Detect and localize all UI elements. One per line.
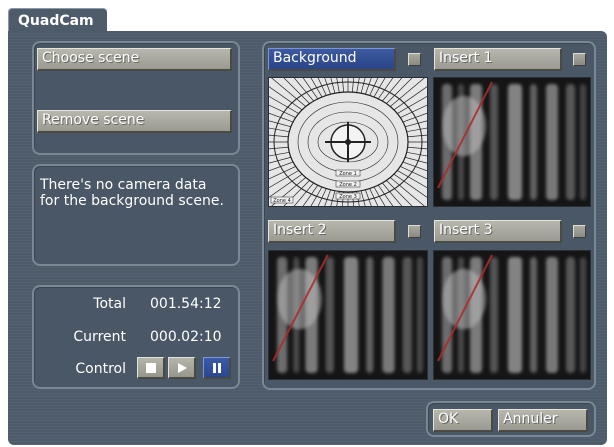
video-frame-image (269, 251, 427, 379)
background-checkbox[interactable] (408, 53, 421, 66)
remove-scene-button[interactable]: Remove scene (37, 110, 232, 133)
cancel-button[interactable]: Annuler (498, 409, 588, 432)
control-label: Control (75, 361, 126, 377)
total-value: 001.54:12 (150, 296, 222, 312)
window-tab: QuadCam (8, 8, 107, 32)
current-value: 000.02:10 (150, 329, 222, 345)
insert-3-checkbox[interactable] (573, 225, 586, 238)
pause-button[interactable] (203, 357, 231, 379)
zone-1-label: Zone 1 (339, 171, 357, 177)
zone-3-label: Zone 3 (339, 194, 357, 200)
video-frame-image (434, 78, 590, 206)
insert-3-preview[interactable] (433, 250, 591, 380)
play-button[interactable] (168, 357, 196, 379)
insert-3-button[interactable]: Insert 3 (434, 220, 562, 243)
camera-data-message: There's no camera data for the backgroun… (40, 177, 224, 209)
ok-button[interactable]: OK (433, 409, 493, 432)
stop-button[interactable] (137, 357, 165, 379)
window-title: QuadCam (18, 13, 94, 29)
video-frame-image (434, 251, 590, 379)
insert-1-checkbox[interactable] (573, 53, 586, 66)
insert-2-preview[interactable] (268, 250, 428, 380)
choose-scene-button[interactable]: Choose scene (37, 48, 232, 71)
insert-1-button[interactable]: Insert 1 (434, 48, 562, 71)
background-preview[interactable]: Zone 1 Zone 2 Zone 3 Zone 4 (268, 77, 428, 207)
zone-2-label: Zone 2 (339, 182, 357, 188)
zone-4-label: Zone 4 (273, 198, 291, 204)
pause-icon (212, 363, 221, 373)
insert-2-checkbox[interactable] (408, 225, 421, 238)
total-label: Total (93, 296, 126, 312)
insert-2-button[interactable]: Insert 2 (268, 220, 396, 243)
current-label: Current (73, 329, 126, 345)
test-pattern-image: Zone 1 Zone 2 Zone 3 Zone 4 (269, 78, 427, 206)
insert-1-preview[interactable] (433, 77, 591, 207)
stop-icon (145, 363, 156, 373)
play-icon (177, 363, 187, 373)
background-button[interactable]: Background (268, 48, 396, 71)
